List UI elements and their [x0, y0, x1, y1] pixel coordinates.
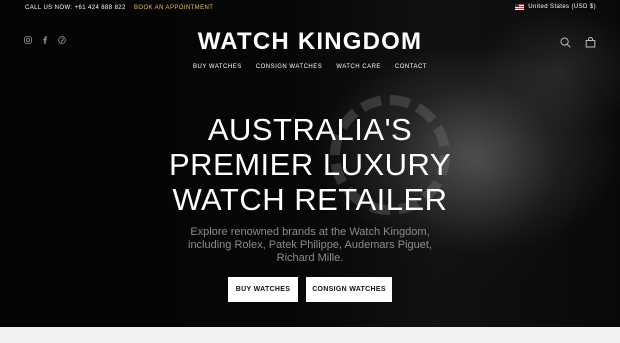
country-label: United States (USD $) [528, 4, 596, 10]
buy-watches-button[interactable]: BUY WATCHES [228, 277, 298, 302]
headline-line-1: AUSTRALIA'S [207, 112, 413, 147]
us-flag-icon [515, 4, 525, 10]
search-icon[interactable] [560, 35, 571, 53]
nav-item-buy-watches[interactable]: BUY WATCHES [193, 64, 242, 70]
phone-number[interactable]: +61 424 888 822 [75, 5, 126, 11]
country-selector[interactable]: United States (USD $) [515, 4, 596, 10]
call-us-text[interactable]: CALL US NOW: +61 424 888 822 [25, 5, 126, 11]
hero-subtitle: Explore renowned brands at the Watch Kin… [188, 226, 432, 264]
header-actions [560, 35, 596, 53]
page-bottom-strip [0, 327, 620, 343]
nav-item-consign-watches[interactable]: CONSIGN WATCHES [256, 64, 323, 70]
call-label: CALL US NOW: [25, 5, 73, 11]
book-appointment-link[interactable]: BOOK AN APPOINTMENT [134, 5, 213, 11]
main-nav: BUY WATCHES CONSIGN WATCHES WATCH CARE C… [0, 64, 620, 70]
cart-icon[interactable] [585, 35, 596, 53]
consign-watches-button[interactable]: CONSIGN WATCHES [306, 277, 392, 302]
headline-line-2: PREMIER LUXURY [168, 147, 452, 182]
hero-headline: AUSTRALIA'S PREMIER LUXURY WATCH RETAILE… [0, 112, 620, 217]
headline-line-3: WATCH RETAILER [172, 182, 448, 217]
nav-item-watch-care[interactable]: WATCH CARE [336, 64, 381, 70]
top-bar: CALL US NOW: +61 424 888 822 BOOK AN APP… [0, 0, 620, 18]
nav-item-contact[interactable]: CONTACT [395, 64, 427, 70]
site-logo[interactable]: WATCH KINGDOM [0, 28, 620, 56]
